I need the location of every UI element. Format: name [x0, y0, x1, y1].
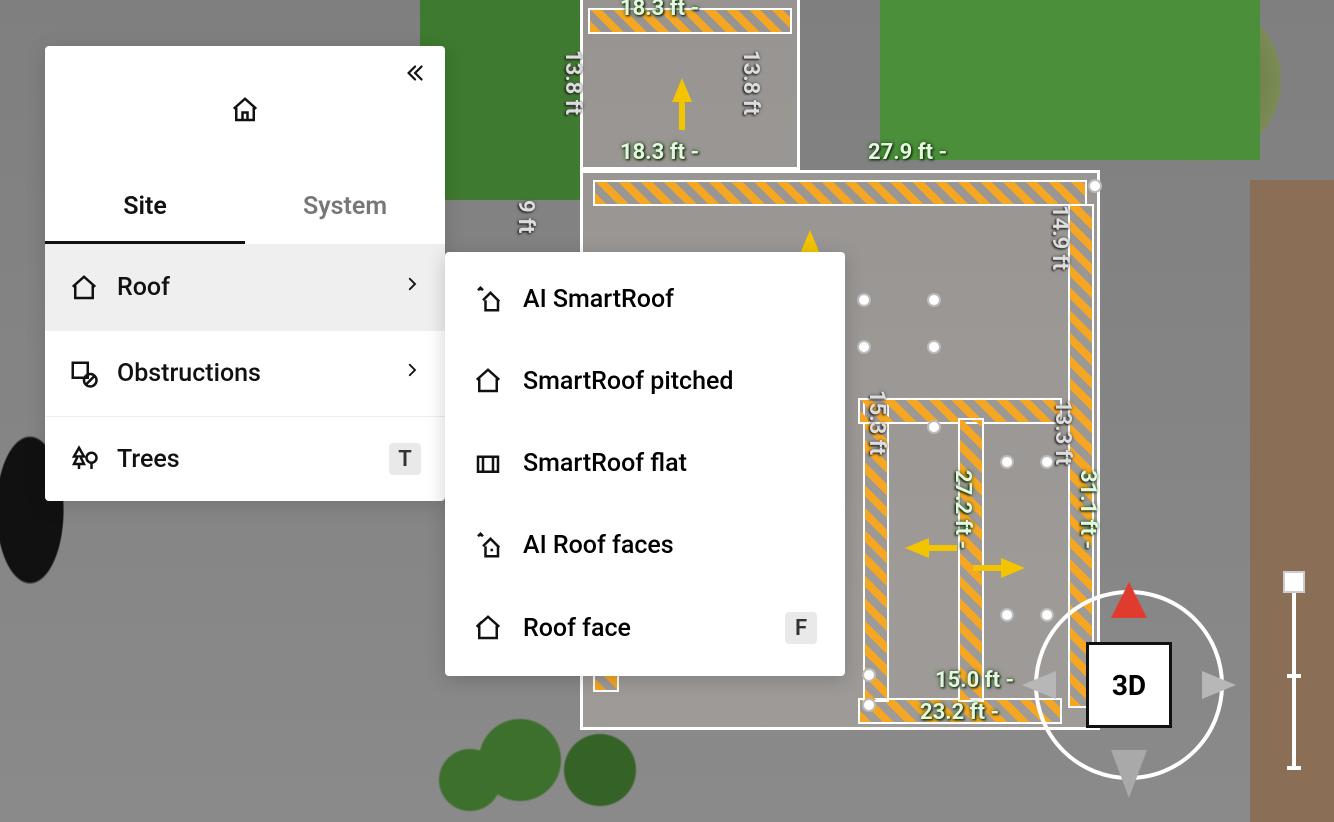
roof-vertex[interactable]	[1000, 608, 1014, 622]
submenu-label: AI Roof faces	[523, 531, 817, 560]
dimension-label: 31.1 ft -	[1075, 470, 1100, 549]
compass-north-icon	[1111, 582, 1147, 618]
roof-vertex[interactable]	[927, 340, 941, 354]
roof-vertex[interactable]	[927, 293, 941, 307]
dimension-label: 23.2 ft -	[920, 700, 999, 725]
setback-strip	[960, 420, 982, 700]
dimension-label: 14.9 ft	[1047, 205, 1072, 270]
roof-vertex[interactable]	[862, 698, 876, 712]
tilt-slider[interactable]	[1282, 574, 1306, 774]
dimension-label: 13.8 ft	[738, 50, 763, 115]
roof-vertex[interactable]	[862, 668, 876, 682]
slider-tick	[1287, 766, 1301, 770]
home-icon	[230, 90, 260, 130]
view-3d-button[interactable]: 3D	[1086, 642, 1172, 728]
submenu-ai-smartroof[interactable]: AI SmartRoof	[445, 258, 845, 340]
site-panel: Site System Roof Obstructions Trees T	[45, 46, 445, 501]
roof-vertex[interactable]	[927, 420, 941, 434]
chevron-right-icon	[403, 357, 421, 390]
roof-face-icon	[473, 613, 503, 643]
dimension-label: 9 ft	[513, 200, 538, 233]
submenu-smartroof-flat[interactable]: SmartRoof flat	[445, 422, 845, 504]
orientation-compass[interactable]: 3D	[1034, 590, 1224, 780]
slider-tick	[1287, 674, 1301, 678]
submenu-label: SmartRoof flat	[523, 449, 817, 478]
shortcut-key: T	[389, 443, 421, 475]
menu-item-label: Roof	[117, 273, 385, 302]
slider-thumb[interactable]	[1283, 571, 1305, 593]
shortcut-key: F	[785, 612, 817, 644]
tab-site[interactable]: Site	[45, 174, 245, 244]
roof-icon	[69, 273, 99, 303]
setback-strip	[860, 400, 1060, 422]
submenu-label: AI SmartRoof	[523, 285, 817, 314]
submenu-label: SmartRoof pitched	[523, 367, 817, 396]
roof-vertex[interactable]	[1088, 179, 1102, 193]
roof-vertex[interactable]	[857, 340, 871, 354]
menu-item-obstructions[interactable]: Obstructions	[45, 330, 445, 416]
submenu-label: Roof face	[523, 614, 765, 643]
compass-south-icon	[1111, 750, 1147, 798]
collapse-panel-button[interactable]	[401, 60, 427, 86]
panel-tabs: Site System	[45, 174, 445, 244]
dimension-label: 15.0 ft -	[935, 668, 1014, 693]
dimension-label: 18.3 ft -	[620, 0, 699, 21]
submenu-roof-face[interactable]: Roof face F	[445, 586, 845, 670]
submenu-ai-roof-faces[interactable]: AI Roof faces	[445, 504, 845, 586]
menu-item-trees[interactable]: Trees T	[45, 416, 445, 501]
dimension-label: 13.8 ft	[560, 50, 585, 115]
dimension-label: 27.2 ft -	[950, 470, 975, 549]
tab-system[interactable]: System	[245, 174, 445, 244]
setback-strip	[595, 182, 1085, 204]
roof-vertex[interactable]	[1000, 455, 1014, 469]
roof-vertex[interactable]	[857, 293, 871, 307]
menu-item-roof[interactable]: Roof	[45, 244, 445, 330]
roof-submenu: AI SmartRoof SmartRoof pitched SmartRoof…	[445, 252, 845, 676]
ai-house-icon	[473, 284, 503, 314]
house-pitched-icon	[473, 366, 503, 396]
dimension-label: 27.9 ft -	[868, 140, 947, 165]
compass-east-icon	[1202, 671, 1236, 699]
dimension-label: 18.3 ft -	[620, 140, 699, 165]
menu-item-label: Trees	[117, 445, 371, 474]
house-flat-icon	[473, 448, 503, 478]
menu-item-label: Obstructions	[117, 359, 385, 388]
obstruction-icon	[69, 359, 99, 389]
chevron-right-icon	[403, 271, 421, 304]
trees-icon	[69, 444, 99, 474]
ai-roof-faces-icon	[473, 530, 503, 560]
submenu-smartroof-pitched[interactable]: SmartRoof pitched	[445, 340, 845, 422]
dimension-label: 15.3 ft	[864, 390, 889, 455]
compass-west-icon	[1022, 671, 1056, 699]
dimension-label: 13.3 ft	[1050, 400, 1075, 465]
